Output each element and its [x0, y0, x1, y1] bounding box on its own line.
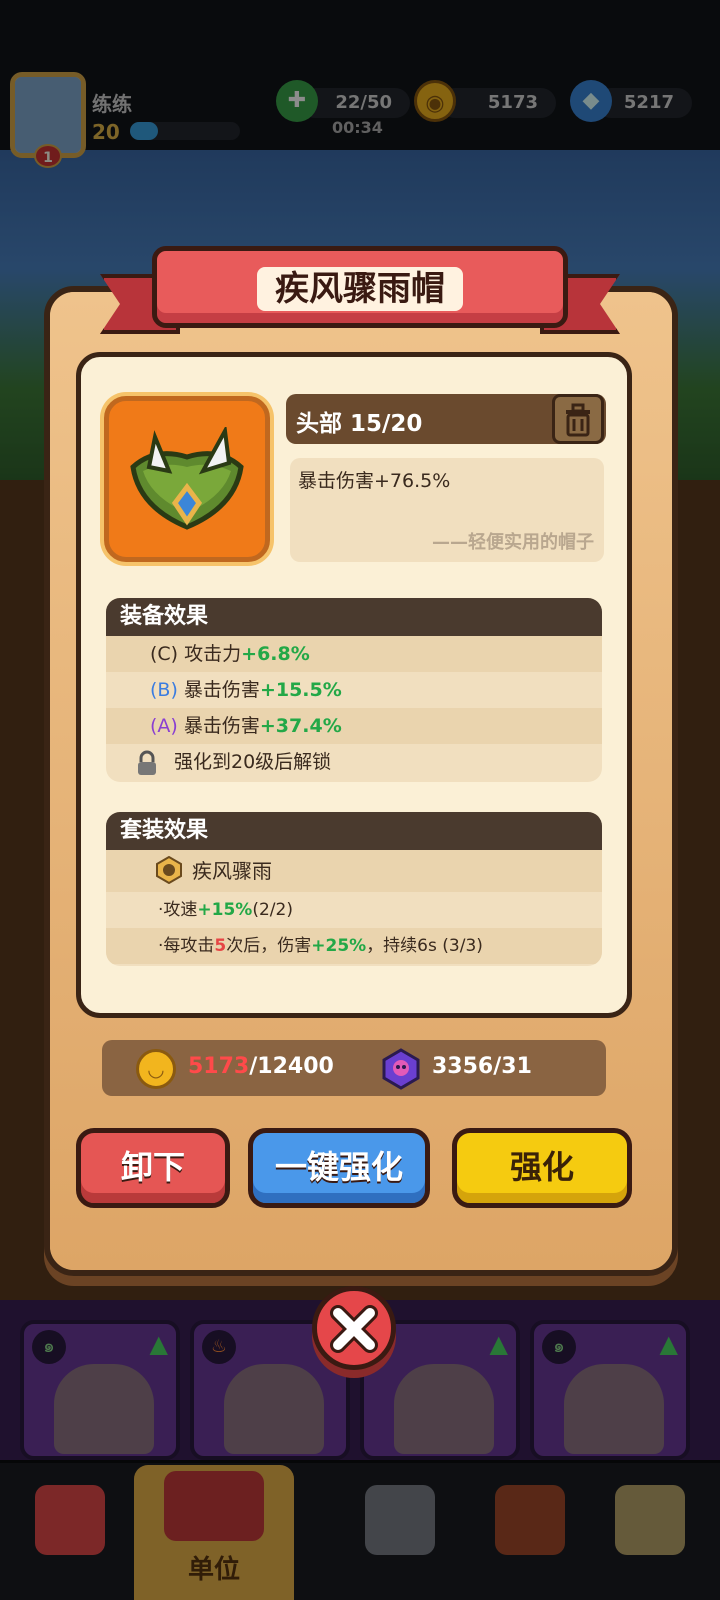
- gem-cost: 3356/31: [432, 1054, 532, 1079]
- set-bonus-text: ·每攻击: [158, 936, 215, 956]
- effect-value: +6.8%: [241, 643, 310, 665]
- one-key-upgrade-button[interactable]: 一键强化: [248, 1128, 430, 1208]
- locked-effect-text: 强化到20级后解锁: [174, 751, 332, 773]
- skull-gem-icon: [382, 1048, 420, 1090]
- flavor-text: ——轻便实用的帽子: [432, 532, 594, 553]
- coins-need: /12400: [249, 1054, 334, 1079]
- close-button[interactable]: [312, 1286, 396, 1370]
- effect-stat: 暴击伤害: [183, 679, 260, 701]
- unequip-label: 卸下: [120, 1148, 185, 1186]
- locked-effect-row: 强化到20级后解锁: [106, 744, 602, 780]
- upgrade-cost-bar: ◡ 5173/12400 3356/31: [102, 1040, 606, 1096]
- upgrade-button[interactable]: 强化: [452, 1128, 632, 1208]
- set-bonus-value: +25%: [311, 936, 367, 956]
- one-key-upgrade-label: 一键强化: [274, 1148, 403, 1186]
- wind-hat-icon: [130, 427, 244, 530]
- equip-effects-header: 装备效果: [106, 598, 602, 636]
- set-bonus-row: ·每攻击5次后，伤害+25%，持续6s (3/3): [106, 928, 602, 964]
- close-icon: [330, 1305, 378, 1353]
- set-bonus-row: ·攻速+15%(2/2): [106, 892, 602, 928]
- effect-stat: 暴击伤害: [183, 715, 260, 737]
- set-bonus-text: 次后，伤害: [226, 936, 312, 956]
- effect-value: +15.5%: [259, 679, 342, 701]
- lock-icon: [138, 750, 156, 775]
- set-bonus-value: +15%: [197, 900, 253, 920]
- discard-button[interactable]: [552, 394, 604, 444]
- slot-level: 头部 15/20: [296, 411, 423, 437]
- effect-stat: 攻击力: [184, 643, 242, 665]
- coin-cost: 5173/12400: [188, 1054, 334, 1079]
- effect-value: +37.4%: [259, 715, 342, 737]
- set-name-row: 疾风骤雨: [106, 850, 602, 892]
- set-badge-icon: [156, 856, 182, 884]
- effect-row: (C) 攻击力+6.8%: [106, 636, 602, 672]
- set-bonus-text: ·攻速: [158, 900, 198, 920]
- trash-icon: [566, 403, 590, 437]
- set-bonus-attack-count: 5: [214, 936, 227, 956]
- slot-level-bar: 头部 15/20: [286, 394, 606, 444]
- main-stat: 暴击伤害+76.5%: [298, 470, 451, 492]
- coin-icon: ◡: [136, 1049, 176, 1089]
- grade-label: (A): [150, 715, 178, 737]
- equip-effects-section: 装备效果 (C) 攻击力+6.8% (B) 暴击伤害+15.5% (A) 暴击伤…: [106, 598, 602, 782]
- set-name: 疾风骤雨: [192, 859, 272, 883]
- set-bonus-count: (2/2): [252, 900, 293, 920]
- title-ribbon: 疾风骤雨帽: [100, 246, 620, 338]
- unequip-button[interactable]: 卸下: [76, 1128, 230, 1208]
- set-effects-section: 套装效果 疾风骤雨 ·攻速+15%(2/2) ·每攻击5次后，伤害+25%，持续…: [106, 812, 602, 966]
- set-bonus-duration: ，持续6s (3/3): [366, 936, 483, 956]
- grade-label: (B): [150, 679, 178, 701]
- item-icon-frame: [104, 396, 270, 562]
- item-description: 暴击伤害+76.5% ——轻便实用的帽子: [290, 458, 604, 562]
- popup-title: 疾风骤雨帽: [257, 267, 463, 311]
- set-effects-header: 套装效果: [106, 812, 602, 850]
- grade-label: (C): [150, 643, 179, 665]
- upgrade-label: 强化: [509, 1148, 574, 1186]
- effect-row: (B) 暴击伤害+15.5%: [106, 672, 602, 708]
- effect-row: (A) 暴击伤害+37.4%: [106, 708, 602, 744]
- coins-have: 5173: [188, 1054, 250, 1079]
